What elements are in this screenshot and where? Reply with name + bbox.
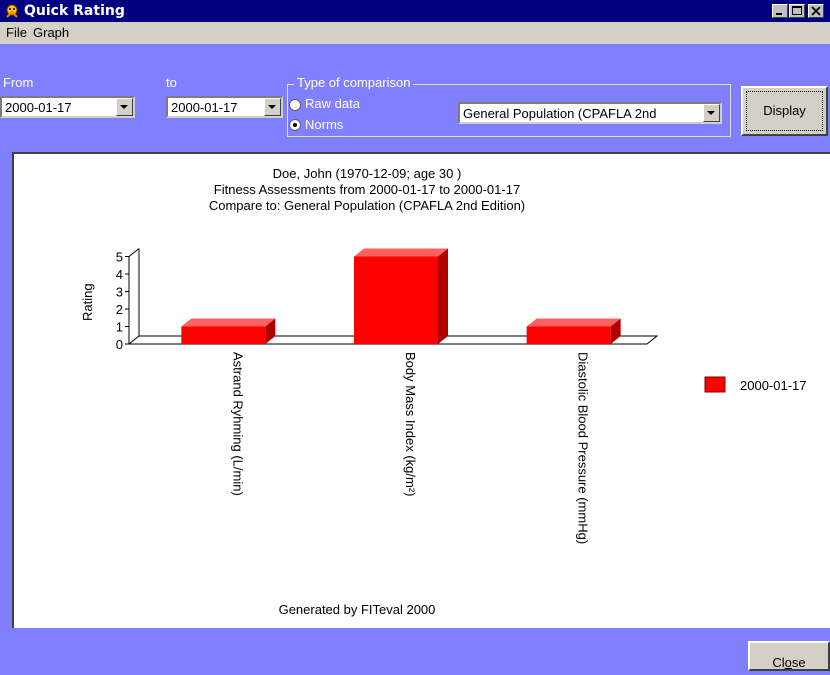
bar-top: [526, 318, 621, 327]
x-category-label: Diastolic Blood Pressure (mmHg): [576, 352, 591, 544]
y-tick-label: 1: [116, 320, 123, 335]
maximize-icon: [792, 6, 802, 15]
maximize-button[interactable]: [789, 4, 805, 18]
minimize-icon: [776, 13, 782, 15]
from-date-select[interactable]: 2000-01-17: [0, 96, 135, 118]
chevron-down-icon: [120, 105, 128, 109]
menu-file[interactable]: File: [6, 25, 27, 40]
to-date-dropdown-button[interactable]: [264, 98, 281, 116]
y-tick-label: 5: [116, 250, 123, 265]
chart-title-line: Doe, John (1970-12-09; age 30 ): [273, 166, 462, 181]
norm-select[interactable]: General Population (CPAFLA 2nd: [458, 102, 722, 124]
chart-title-line: Fitness Assessments from 2000-01-17 to 2…: [214, 182, 520, 197]
chart-footer: Generated by FITeval 2000: [279, 602, 436, 617]
bar-side: [438, 248, 448, 344]
title-bar[interactable]: Quick Rating: [0, 0, 830, 22]
from-label: From: [3, 75, 34, 90]
chevron-down-icon: [707, 111, 715, 115]
norm-dropdown-button[interactable]: [703, 104, 720, 122]
from-date-value: 2000-01-17: [5, 100, 72, 115]
quick-rating-window: Quick Rating File Graph From 2000-01-17 …: [0, 0, 830, 675]
legend-swatch: [704, 376, 726, 393]
y-tick-label: 2: [116, 302, 123, 317]
menu-bar: File Graph: [0, 22, 830, 44]
x-category-label: Body Mass Index (kg/m²): [403, 352, 418, 497]
from-date-dropdown-button[interactable]: [116, 98, 133, 116]
display-button[interactable]: Display: [741, 86, 828, 136]
bar-front: [526, 326, 611, 344]
to-date-select[interactable]: 2000-01-17: [166, 96, 283, 118]
close-icon: [811, 6, 821, 16]
chart-title-line: Compare to: General Population (CPAFLA 2…: [209, 198, 525, 213]
bar-front: [354, 256, 438, 344]
norm-value: General Population (CPAFLA 2nd: [463, 106, 657, 121]
bar-front: [181, 326, 266, 344]
rating-chart: Doe, John (1970-12-09; age 30 )Fitness A…: [80, 166, 807, 617]
radio-raw-data[interactable]: [289, 99, 301, 111]
radio-norms[interactable]: [289, 119, 301, 131]
comparison-type-label: Type of comparison: [294, 75, 414, 90]
x-category-label: Astrand Ryhming (L/min): [230, 352, 245, 496]
display-button-label: Display: [763, 103, 806, 118]
to-label: to: [166, 75, 177, 90]
y-axis-depth: [128, 248, 140, 257]
bar-top: [181, 318, 276, 327]
legend-label: 2000-01-17: [740, 378, 807, 393]
close-button[interactable]: Close: [748, 641, 830, 671]
chart-panel: Doe, John (1970-12-09; age 30 ) Fitness A…: [12, 152, 830, 628]
radio-raw-data-label[interactable]: Raw data: [305, 96, 360, 111]
y-tick-label: 4: [116, 267, 123, 282]
chevron-down-icon: [268, 105, 276, 109]
menu-graph[interactable]: Graph: [33, 25, 69, 40]
y-axis-label: Rating: [80, 283, 95, 321]
radio-norms-label[interactable]: Norms: [305, 117, 343, 132]
to-date-value: 2000-01-17: [171, 100, 238, 115]
app-icon: [6, 4, 18, 18]
y-tick-label: 0: [116, 337, 123, 352]
minimize-button[interactable]: [772, 4, 788, 18]
close-window-button[interactable]: [808, 4, 824, 18]
y-tick-label: 3: [116, 285, 123, 300]
window-title: Quick Rating: [24, 3, 125, 19]
bar-top: [354, 248, 448, 257]
close-label-text: Close: [772, 655, 806, 670]
